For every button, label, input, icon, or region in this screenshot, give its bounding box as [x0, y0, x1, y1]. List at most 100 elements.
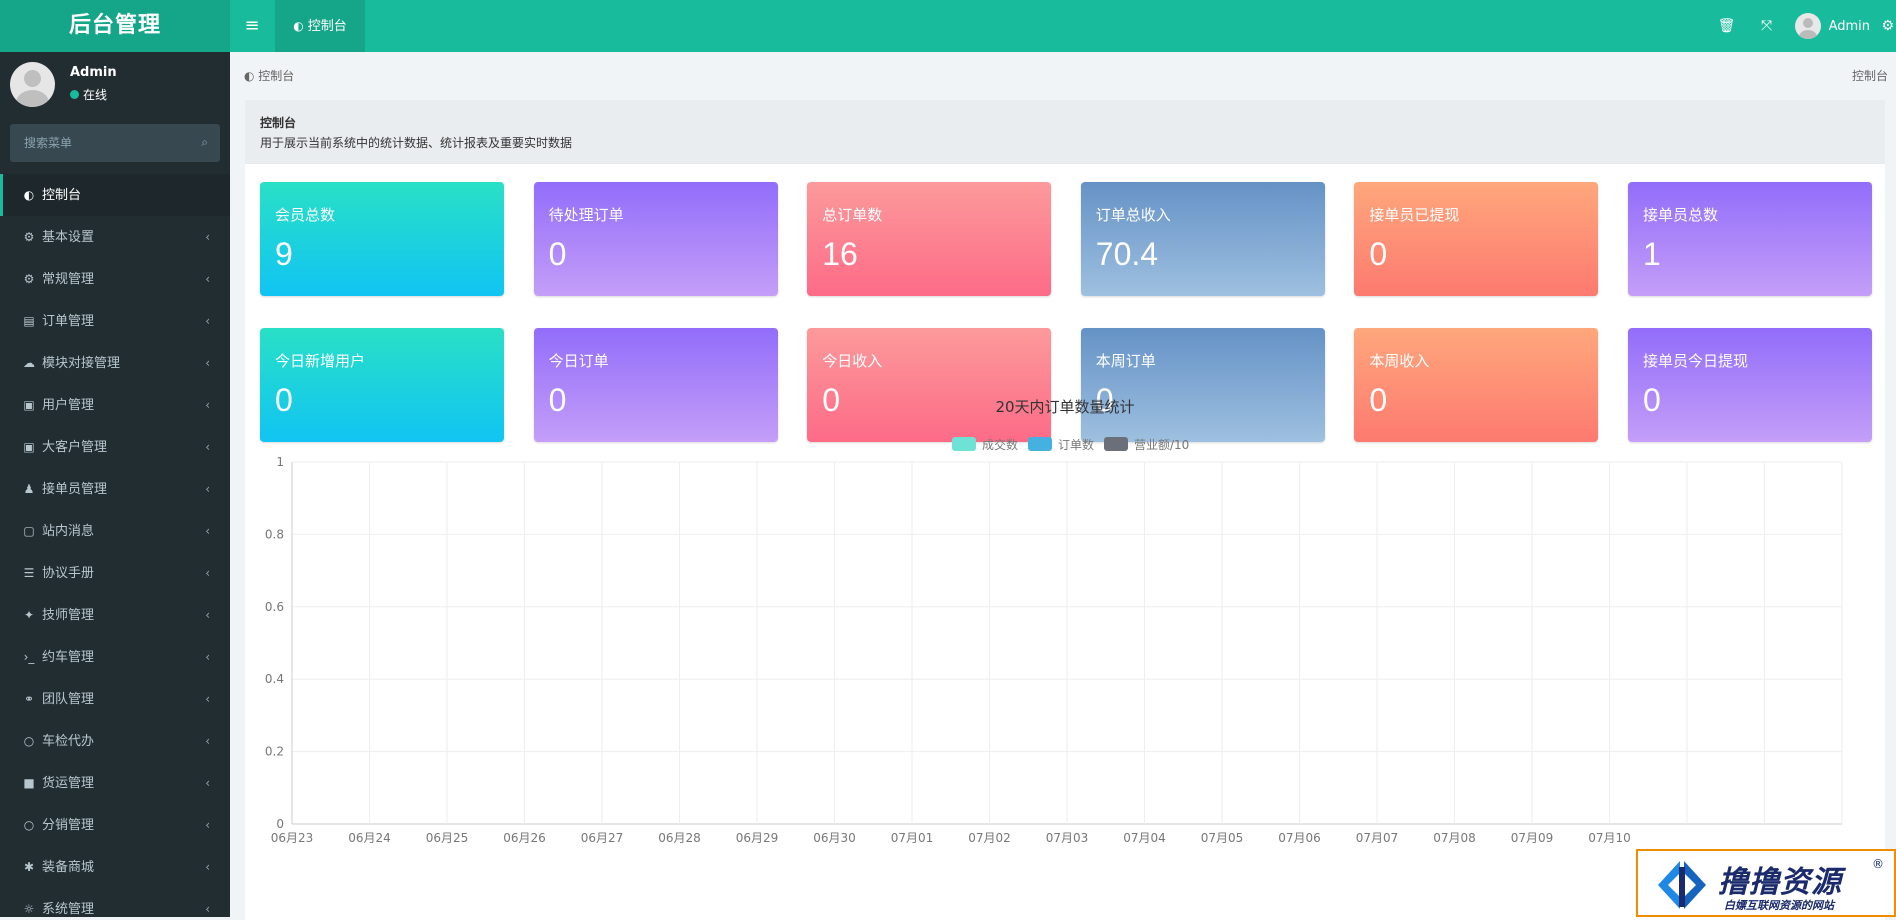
sidebar-item[interactable]: ☼ 系统管理 ‹	[0, 888, 230, 917]
trash-icon[interactable]: 🗑	[1707, 18, 1747, 34]
handshake-icon: ⚭	[23, 692, 35, 706]
watermark-title: 撸撸资源	[1718, 865, 1842, 900]
sidebar-item[interactable]: ▣ 大客户管理 ‹	[0, 426, 230, 468]
chevron-left-icon: ‹	[205, 650, 210, 664]
stat-card[interactable]: 接单员总数 1	[1628, 182, 1872, 296]
gear-icon[interactable]: ⚙	[1881, 0, 1894, 52]
stat-value: 1	[1643, 236, 1661, 272]
x-tick-label: 07月02	[968, 831, 1011, 845]
stat-card[interactable]: 接单员已提现 0	[1354, 182, 1599, 296]
sidebar-item-label: 技师管理	[42, 608, 95, 623]
top-navbar: 后台管理 ≡ ◐ 控制台 🗑 ⤧ Admin ⚙	[0, 0, 1896, 52]
stat-label: 接单员已提现	[1369, 206, 1460, 224]
legend-swatch	[952, 437, 976, 451]
sidebar-toggle-button[interactable]: ≡	[230, 0, 274, 52]
watermark-logo-icon	[1658, 861, 1706, 909]
sidebar-item-label: 模块对接管理	[42, 356, 121, 371]
cogs-icon: ⚙	[23, 272, 35, 286]
chevron-left-icon: ‹	[205, 314, 210, 328]
stat-label: 本周订单	[1095, 352, 1156, 370]
x-tick-label: 06月30	[813, 831, 856, 845]
tab-dashboard[interactable]: ◐ 控制台	[275, 0, 365, 52]
stat-card[interactable]: 订单总收入 70.4	[1080, 182, 1325, 296]
stat-value: 16	[822, 236, 858, 272]
circle-icon: ○	[23, 818, 35, 832]
y-tick-label: 0.4	[265, 672, 284, 686]
sidebar-item[interactable]: ♟ 接单员管理 ‹	[0, 468, 230, 510]
sidebar-item[interactable]: ▤ 订单管理 ‹	[0, 300, 230, 342]
search-input[interactable]	[10, 124, 194, 162]
sidebar-item-label: 订单管理	[42, 314, 95, 329]
chevron-left-icon: ‹	[205, 692, 210, 706]
sidebar-item[interactable]: ⚙ 常规管理 ‹	[0, 258, 230, 300]
users-icon: ♟	[23, 482, 35, 496]
sidebar-search: ⌕	[10, 124, 220, 162]
gear-icon: ☼	[23, 902, 35, 916]
stat-label: 会员总数	[275, 206, 336, 224]
cloud-icon: ☁	[23, 356, 35, 370]
top-right-tools: 🗑 ⤧ Admin	[1707, 0, 1896, 52]
avatar	[1794, 13, 1821, 39]
breadcrumb-right: 控制台	[1851, 69, 1888, 83]
dashboard-panel: 控制台 用于展示当前系统中的统计数据、统计报表及重要实时数据 会员总数 9 待处理订…	[245, 100, 1885, 920]
top-user-menu[interactable]: Admin	[1794, 13, 1870, 39]
sidebar-item-label: 协议手册	[42, 566, 95, 581]
legend-label: 订单数	[1058, 437, 1094, 452]
sidebar-item[interactable]: ○ 车检代办 ‹	[0, 720, 230, 762]
sidebar-item[interactable]: ▣ 用户管理 ‹	[0, 384, 230, 426]
stat-label: 订单总收入	[1095, 206, 1171, 224]
sidebar-user-name: Admin	[70, 65, 117, 80]
breadcrumb-left[interactable]: ◐ 控制台	[244, 67, 294, 84]
watermark-subtitle: 白嫖互联网资源的网站	[1724, 899, 1834, 912]
sidebar-item-label: 约车管理	[42, 650, 95, 665]
walk-icon: ✦	[23, 608, 35, 622]
online-status-label: 在线	[83, 88, 108, 102]
main-content: ◐ 控制台 控制台 控制台 用于展示当前系统中的统计数据、统计报表及重要实时数据…	[230, 52, 1896, 920]
stat-label: 接单员总数	[1643, 206, 1719, 224]
stat-label: 今日新增用户	[275, 352, 366, 370]
truck-icon: ■	[23, 776, 35, 790]
x-tick-label: 06月28	[658, 831, 701, 845]
x-tick-label: 06月26	[503, 831, 546, 845]
sidebar-item-label: 装备商城	[42, 860, 95, 875]
user-card-icon: ▣	[23, 398, 35, 412]
sidebar-item[interactable]: ☰ 协议手册 ‹	[0, 552, 230, 594]
sidebar-item[interactable]: ⚭ 团队管理 ‹	[0, 678, 230, 720]
dashboard-icon: ◐	[244, 69, 259, 83]
x-tick-label: 07月10	[1588, 831, 1631, 845]
sidebar-item[interactable]: ✱ 装备商城 ‹	[0, 846, 230, 888]
sidebar-item[interactable]: ›_ 约车管理 ‹	[0, 636, 230, 678]
chart-title: 20天内订单数量统计	[995, 398, 1134, 416]
x-tick-label: 07月09	[1511, 831, 1554, 845]
sidebar-item[interactable]: ☁ 模块对接管理 ‹	[0, 342, 230, 384]
sidebar-item-label: 分销管理	[42, 818, 95, 833]
legend-label: 成交数	[982, 437, 1018, 452]
sidebar: Admin 在线 ⌕ ◐ 控制台 ⚙ 基本设置 ‹ ⚙ 常规管理 ‹ ▤ 订单管理 ‹ ☁ 模块对接管理…	[0, 52, 230, 917]
x-tick-label: 07月08	[1433, 831, 1476, 845]
stat-card[interactable]: 会员总数 9	[260, 182, 504, 296]
sidebar-item[interactable]: ✦ 技师管理 ‹	[0, 594, 230, 636]
stat-card[interactable]: 总订单数 16	[807, 182, 1052, 296]
sidebar-item[interactable]: ■ 货运管理 ‹	[0, 762, 230, 804]
book-icon: ▤	[23, 314, 35, 328]
chevron-left-icon: ‹	[205, 272, 210, 286]
fullscreen-icon[interactable]: ⤧	[1747, 18, 1787, 34]
sidebar-item[interactable]: ⚙ 基本设置 ‹	[0, 216, 230, 258]
chevron-left-icon: ‹	[205, 440, 210, 454]
stat-label: 本周收入	[1369, 352, 1430, 370]
stat-label: 今日订单	[548, 352, 609, 370]
sidebar-item-label: 站内消息	[42, 524, 95, 539]
search-icon[interactable]: ⌕	[201, 135, 208, 150]
gear-icon: ⚙	[23, 230, 35, 244]
list-icon: ☰	[23, 566, 35, 580]
watermark-registered: ®	[1872, 857, 1884, 871]
tab-label: 控制台	[307, 19, 347, 34]
breadcrumb-left-label: 控制台	[258, 69, 295, 83]
chevron-left-icon: ‹	[205, 902, 210, 916]
sidebar-item[interactable]: ▢ 站内消息 ‹	[0, 510, 230, 552]
chevron-left-icon: ‹	[205, 818, 210, 832]
sidebar-item[interactable]: ◐ 控制台	[0, 174, 230, 216]
stat-card[interactable]: 待处理订单 0	[533, 182, 778, 296]
brand-logo[interactable]: 后台管理	[0, 0, 230, 52]
sidebar-item[interactable]: ○ 分销管理 ‹	[0, 804, 230, 846]
